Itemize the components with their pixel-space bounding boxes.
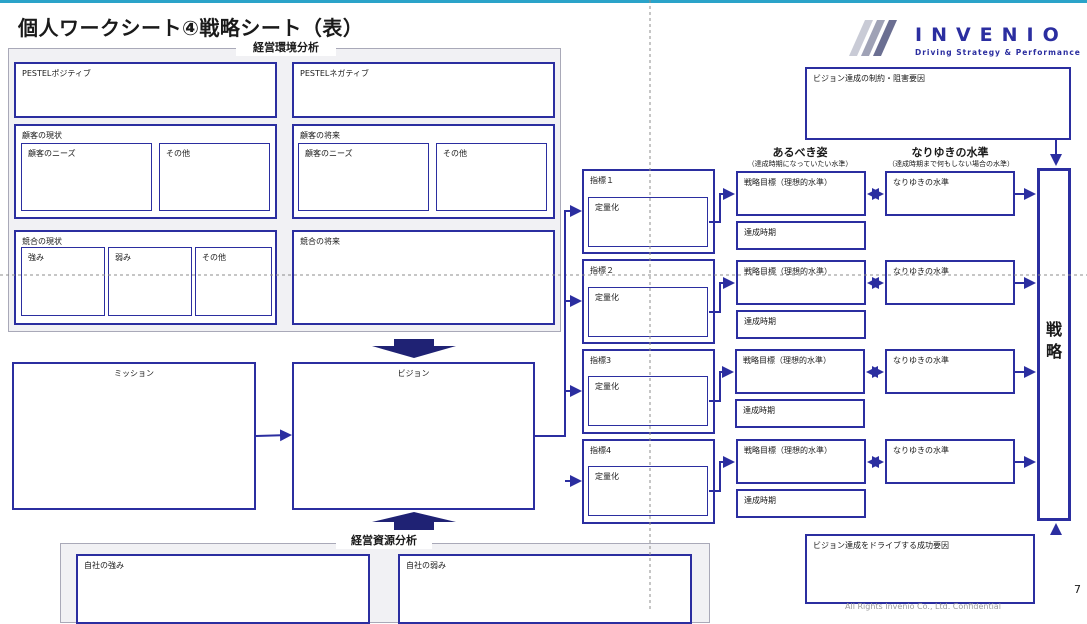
- vision-to-indicators-connector: [535, 210, 578, 482]
- connector-layer: [0, 0, 1087, 609]
- quant-4-to-goal-arrow: [709, 456, 735, 492]
- quant-1-to-goal-arrow: [709, 188, 735, 223]
- quant-2-to-goal-arrow: [709, 277, 735, 313]
- up-block-arrow: [372, 512, 456, 530]
- mission-to-vision-arrow: [255, 429, 292, 442]
- down-block-arrow: [372, 339, 456, 358]
- footer-copyright: All Rights Invenio Co., Ltd. Confidentia…: [845, 602, 1001, 611]
- quant-3-to-goal-arrow: [709, 366, 734, 402]
- page-number: 7: [1074, 583, 1081, 596]
